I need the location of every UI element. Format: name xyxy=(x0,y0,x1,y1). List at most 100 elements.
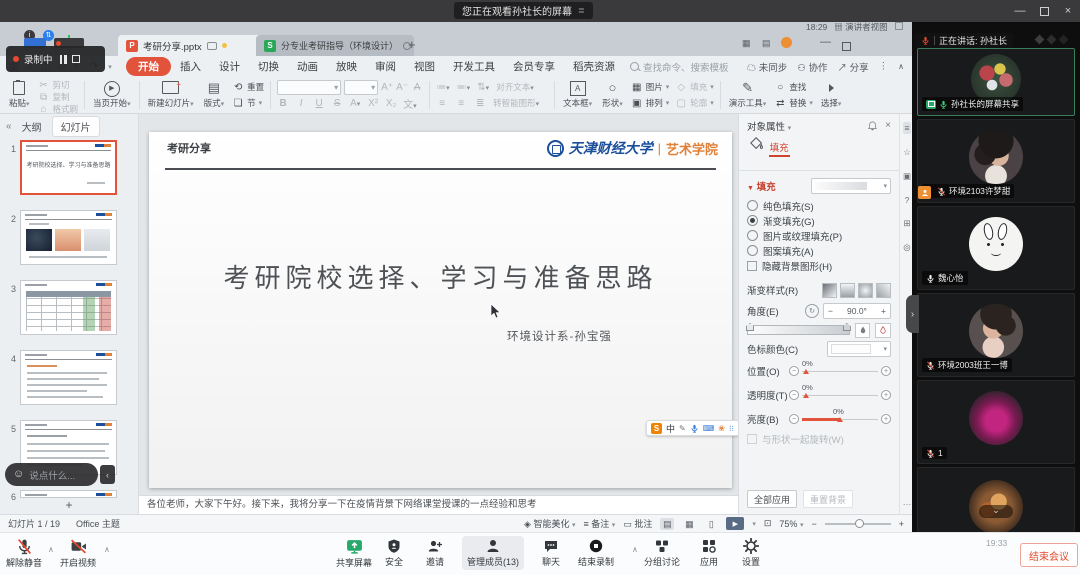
fullscreen-icon[interactable] xyxy=(895,22,903,32)
ime-toolbar[interactable]: S 中 ✎ ⌨ ❀ ⁝⁝ xyxy=(646,420,746,436)
normal-view-icon[interactable]: ▤ xyxy=(660,518,674,530)
search-input[interactable]: 查找命令、搜索模板 xyxy=(630,60,729,74)
sorter-view-icon[interactable]: ▦ xyxy=(682,518,696,530)
clear-format-icon[interactable]: A xyxy=(411,82,423,93)
panel-more-icon[interactable]: ⋯ xyxy=(903,499,912,510)
more-menu-icon[interactable]: ⋮ xyxy=(879,61,889,72)
slider-marker[interactable] xyxy=(837,417,843,422)
ime-skin-icon[interactable]: ❀ xyxy=(718,424,725,433)
section-button[interactable]: ❏节▾ xyxy=(229,97,267,109)
transparency-slider[interactable]: 0% − + xyxy=(789,386,891,404)
reset-button[interactable]: ⟲重置 xyxy=(229,81,267,93)
gradient-style-2[interactable] xyxy=(840,283,855,298)
slider-minus[interactable]: − xyxy=(789,414,799,424)
menu-member[interactable]: 会员专享 xyxy=(504,58,564,75)
view-mode-button[interactable]: ▦ 演讲者视图 xyxy=(834,21,887,33)
angle-value[interactable]: 90.0° xyxy=(847,306,867,316)
stop-color-select[interactable]: ▾ xyxy=(827,341,891,357)
panel-title[interactable]: 对象属性 ▾ xyxy=(747,119,791,133)
security-button[interactable]: 安全 xyxy=(385,538,403,568)
wps-maximize-icon[interactable] xyxy=(842,38,851,56)
superscript-icon[interactable]: X² xyxy=(367,98,379,109)
text-effect-icon[interactable]: 文▾ xyxy=(403,96,417,111)
mic-options-icon[interactable]: ∧ xyxy=(48,545,54,554)
position-slider[interactable]: 0% − + xyxy=(789,362,891,380)
ime-keyboard-icon[interactable]: ⌨ xyxy=(703,424,715,433)
align-center-icon[interactable]: ≡ xyxy=(455,98,467,109)
tab-outline[interactable]: 大纲 xyxy=(22,119,42,134)
select-button[interactable]: 选择▾ xyxy=(816,79,847,111)
ime-mode[interactable]: 中 xyxy=(666,422,675,435)
gradient-style-3[interactable] xyxy=(858,283,873,298)
menu-insert[interactable]: 插入 xyxy=(171,58,210,75)
slider-plus[interactable]: + xyxy=(881,366,891,376)
paste-button[interactable]: 粘贴▾ xyxy=(4,79,35,111)
sidebar-collapse-handle[interactable]: › xyxy=(906,295,919,333)
stop-recording-button[interactable]: 结束录制 xyxy=(578,538,614,568)
radio-gradient-fill[interactable]: 渐变填充(G) xyxy=(747,213,891,228)
skin-icon[interactable]: ▤ xyxy=(762,38,771,49)
chat-button[interactable]: 聊天 xyxy=(542,538,560,568)
font-size-select[interactable]: ▾ xyxy=(344,80,378,95)
video-options-icon[interactable]: ∧ xyxy=(104,545,110,554)
line-spacing-icon[interactable]: ⇅▾ xyxy=(477,82,489,93)
zoom-level[interactable]: 75% ▾ xyxy=(779,519,803,529)
animation-pane-icon[interactable]: ⊞ xyxy=(903,218,910,229)
add-gradient-stop-button[interactable] xyxy=(855,323,871,338)
present-tools-button[interactable]: ✎ 演示工具▾ xyxy=(724,79,772,111)
bell-icon[interactable] xyxy=(868,121,877,131)
emoji-icon[interactable]: ☺ xyxy=(13,469,24,480)
pause-recording-button[interactable] xyxy=(60,55,67,64)
collaborate-button[interactable]: ⚇ 协作 xyxy=(797,60,827,74)
play-from-current-button[interactable]: ▶ 当页开始▾ xyxy=(88,79,136,111)
slider-minus[interactable]: − xyxy=(789,390,799,400)
menu-animation[interactable]: 动画 xyxy=(288,58,327,75)
replace-button[interactable]: ⇄替换▾ xyxy=(771,97,816,109)
rotate-dial-icon[interactable]: ↻ xyxy=(805,304,819,318)
cut-button[interactable]: ✂剪切 xyxy=(35,79,82,91)
fill-bucket-icon[interactable] xyxy=(749,136,765,151)
gradient-style-1[interactable] xyxy=(822,283,837,298)
increase-font-icon[interactable]: A⁺ xyxy=(381,82,393,93)
slider-plus[interactable]: + xyxy=(881,390,891,400)
ime-mic-icon[interactable] xyxy=(690,424,699,433)
subscript-icon[interactable]: X₂ xyxy=(385,98,397,109)
beautify-pane-icon[interactable]: ☆ xyxy=(903,147,911,158)
menu-devtools[interactable]: 开发工具 xyxy=(444,58,504,75)
decrease-font-icon[interactable]: A⁻ xyxy=(396,82,408,93)
reading-view-icon[interactable]: ▯ xyxy=(704,518,718,530)
radio-texture-fill[interactable]: 图片或纹理填充(P) xyxy=(747,228,891,243)
stop-recording-button[interactable] xyxy=(72,55,80,63)
checkbox-hide-background[interactable]: 隐藏背景图形(H) xyxy=(747,258,891,273)
ime-toolbox-icon[interactable]: ⁝⁝ xyxy=(729,424,734,433)
doc-tab-inactive[interactable]: S 分专业考研指导（环境设计） xyxy=(256,35,414,56)
participant-tile[interactable]: 魏心怡 xyxy=(917,206,1075,290)
layout-button[interactable]: ▤ 版式▾ xyxy=(199,79,230,111)
ime-pen-icon[interactable]: ✎ xyxy=(679,424,686,433)
numbered-list-icon[interactable]: ≕▾ xyxy=(457,82,471,93)
zoom-in-icon[interactable]: + xyxy=(899,519,904,529)
comments-button[interactable]: ▭ 批注 xyxy=(623,517,652,530)
fill-preset-select[interactable]: ▾ xyxy=(811,178,891,194)
copy-button[interactable]: ⧉复制 xyxy=(35,91,82,103)
slider-marker[interactable] xyxy=(803,369,809,374)
panel-close-icon[interactable]: × xyxy=(885,121,891,131)
window-layout-icon[interactable]: ▦ xyxy=(742,38,751,49)
slider-marker[interactable] xyxy=(803,393,809,398)
align-text-button[interactable]: 对齐文本▾ xyxy=(496,81,534,93)
italic-icon[interactable]: I xyxy=(295,98,307,109)
new-slide-button[interactable]: + 新建幻灯片▾ xyxy=(143,79,199,111)
notes-bar[interactable]: 各位老师，大家下午好。接下来，我将分享一下在疫情背景下网络课堂授课的一点经验和思… xyxy=(139,495,738,514)
slide-thumbnail-6[interactable] xyxy=(20,490,117,498)
smart-graphic-button[interactable]: 转智能图形▾ xyxy=(493,97,539,109)
gradient-style-4[interactable] xyxy=(876,283,891,298)
angle-plus[interactable]: + xyxy=(881,306,886,316)
end-meeting-button[interactable]: 结束会议 xyxy=(1020,543,1078,567)
slide-thumbnail-3[interactable] xyxy=(20,280,117,335)
collapse-panel-icon[interactable]: « xyxy=(6,121,12,132)
radio-pattern-fill[interactable]: 图案填充(A) xyxy=(747,243,891,258)
slide-canvas[interactable]: 考研分享 天津财经大学 | 艺术学院 考研院校选择、学习与准备思路 环境设计系-… xyxy=(149,132,732,488)
angle-minus[interactable]: − xyxy=(828,306,833,316)
play-slideshow-button[interactable]: ▶ xyxy=(726,517,744,530)
fill-section-header[interactable]: ▼ 填充 xyxy=(747,179,776,193)
